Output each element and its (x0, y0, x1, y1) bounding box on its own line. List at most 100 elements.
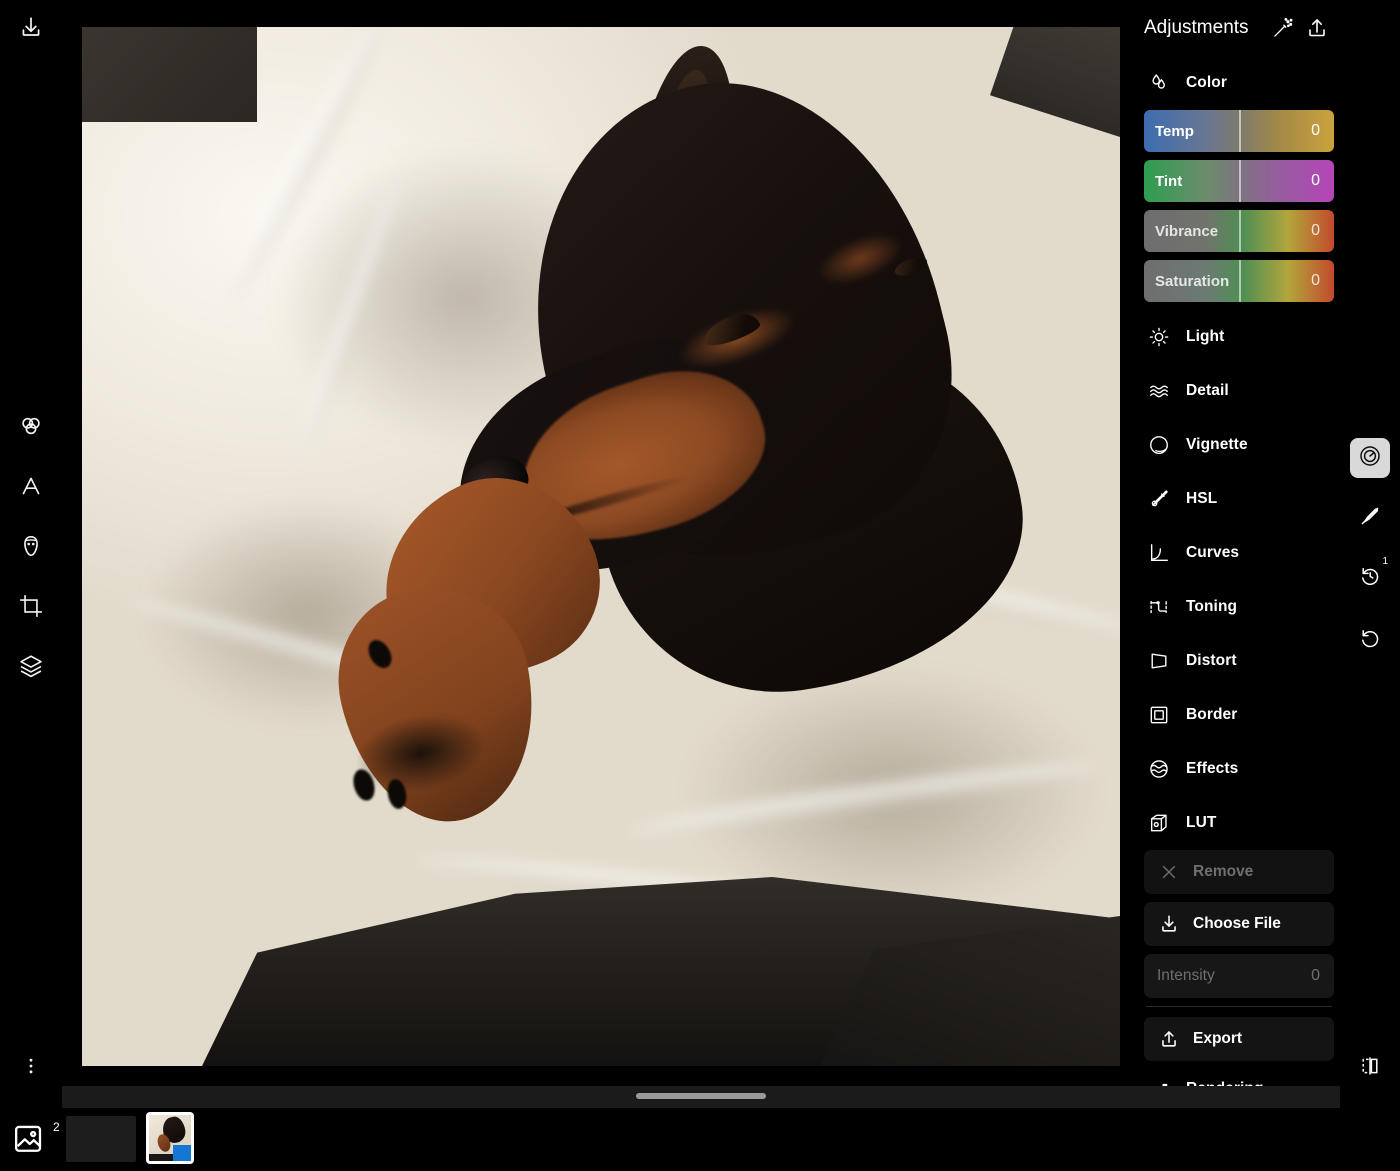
section-curves[interactable]: Curves (1140, 526, 1340, 580)
slider-center-mark (1239, 210, 1241, 252)
kebab-menu-icon[interactable] (9, 1044, 53, 1088)
text-a-icon[interactable] (9, 464, 53, 508)
divider (1146, 1006, 1332, 1007)
library-count-badge: 2 (53, 1120, 60, 1134)
section-lut[interactable]: LUT (1140, 796, 1340, 850)
border-square-icon (1146, 702, 1172, 728)
remove-lut-button[interactable]: Remove (1144, 850, 1334, 894)
history-button[interactable]: 1 (1350, 556, 1390, 598)
section-toning[interactable]: Toning (1140, 580, 1340, 634)
export-button[interactable]: Export (1144, 1017, 1334, 1061)
section-effects[interactable]: Effects (1140, 742, 1340, 796)
section-detail[interactable]: Detail (1140, 364, 1340, 418)
photo-library-button[interactable]: 2 (12, 1120, 64, 1162)
button-label: Remove (1193, 863, 1254, 880)
section-label: Vignette (1186, 436, 1248, 453)
history-badge: 1 (1382, 556, 1388, 567)
sun-icon (1146, 324, 1172, 350)
before-after-split-icon (1358, 1054, 1382, 1083)
filmstrip-selected-thumbnail[interactable] (146, 1112, 194, 1164)
section-border[interactable]: Border (1140, 688, 1340, 742)
slider-value: 0 (1311, 122, 1320, 139)
section-hsl[interactable]: HSL (1140, 472, 1340, 526)
filmstrip-empty-slot[interactable] (66, 1116, 136, 1162)
photo-editor-app: Adjustments Color Temp 0 Tint 0 Vibrance… (0, 0, 1400, 1171)
curves-graph-icon (1146, 540, 1172, 566)
brush-slash-icon (1358, 504, 1382, 533)
thumbnail-image (149, 1115, 191, 1161)
intensity-field[interactable]: Intensity 0 (1144, 954, 1334, 998)
slider-center-mark (1239, 260, 1241, 302)
choose-file-button[interactable]: Choose File (1144, 902, 1334, 946)
button-label: Choose File (1193, 915, 1281, 932)
slider-vibrance[interactable]: Vibrance 0 (1144, 210, 1334, 252)
dropper-brush-icon (1146, 486, 1172, 512)
slider-label: Temp (1155, 122, 1194, 140)
distort-quad-icon (1146, 648, 1172, 674)
brush-mask-button[interactable] (1350, 498, 1390, 538)
thumbnail-badge (173, 1145, 191, 1161)
slider-value: 0 (1311, 222, 1320, 239)
slider-tint[interactable]: Tint 0 (1144, 160, 1334, 202)
slider-value: 0 (1311, 172, 1320, 189)
reset-rotate-icon (1358, 626, 1382, 655)
slider-label: Tint (1155, 172, 1183, 190)
lut-cube-icon (1146, 810, 1172, 836)
share-upload-icon (1157, 1027, 1181, 1051)
crop-icon[interactable] (9, 584, 53, 628)
photo-canvas[interactable] (62, 0, 1140, 1104)
slider-center-mark (1239, 160, 1241, 202)
droplets-icon (1146, 70, 1172, 96)
right-tool-strip: 1 (1340, 0, 1400, 1104)
effects-globe-icon (1146, 756, 1172, 782)
adjustments-panel: Adjustments Color Temp 0 Tint 0 Vibrance… (1140, 0, 1340, 1104)
photo-library-icon (12, 1125, 50, 1160)
field-value: 0 (1311, 967, 1320, 984)
photo-frame[interactable] (82, 27, 1120, 1066)
vignette-circle-icon (1146, 432, 1172, 458)
download-icon (1157, 912, 1181, 936)
waves-icon (1146, 378, 1172, 404)
gauge-dial-icon (1358, 444, 1382, 473)
field-label: Intensity (1157, 967, 1215, 984)
history-undo-icon (1358, 564, 1382, 593)
slider-temp[interactable]: Temp 0 (1144, 110, 1334, 152)
slider-value: 0 (1311, 272, 1320, 289)
section-label: Light (1186, 328, 1225, 345)
color-circles-icon[interactable] (9, 404, 53, 448)
section-label: Color (1186, 74, 1227, 91)
left-tool-rail (0, 0, 62, 1104)
section-label: Toning (1186, 598, 1238, 615)
reset-button[interactable] (1350, 620, 1390, 660)
panel-header: Adjustments (1140, 0, 1340, 56)
face-retouch-icon[interactable] (9, 524, 53, 568)
button-label: Export (1193, 1030, 1243, 1047)
section-label: Curves (1186, 544, 1240, 561)
section-light[interactable]: Light (1140, 310, 1340, 364)
section-vignette[interactable]: Vignette (1140, 418, 1340, 472)
section-label: Border (1186, 706, 1238, 723)
page-title: Adjustments (1144, 17, 1249, 38)
section-distort[interactable]: Distort (1140, 634, 1340, 688)
slider-label: Vibrance (1155, 222, 1219, 240)
adjust-dial-button[interactable] (1350, 438, 1390, 478)
close-x-icon (1157, 860, 1181, 884)
section-label: Effects (1186, 760, 1239, 777)
section-label: Distort (1186, 652, 1237, 669)
compare-button[interactable] (1350, 1048, 1390, 1088)
toning-node-icon (1146, 594, 1172, 620)
section-label: LUT (1186, 814, 1217, 831)
slider-center-mark (1239, 110, 1241, 152)
slider-saturation[interactable]: Saturation 0 (1144, 260, 1334, 302)
section-color[interactable]: Color (1140, 56, 1340, 110)
edited-photo-dog-on-bed (82, 27, 1120, 1066)
home-bar-zone (62, 1086, 1340, 1108)
share-upload-icon[interactable] (1300, 11, 1334, 45)
import-download-icon[interactable] (9, 6, 53, 50)
section-label: Detail (1186, 382, 1229, 399)
filmstrip-bar: 2 (0, 1108, 1400, 1171)
layers-icon[interactable] (9, 644, 53, 688)
home-indicator[interactable] (636, 1093, 766, 1099)
slider-label: Saturation (1155, 272, 1230, 290)
magic-wand-icon[interactable] (1266, 11, 1300, 45)
